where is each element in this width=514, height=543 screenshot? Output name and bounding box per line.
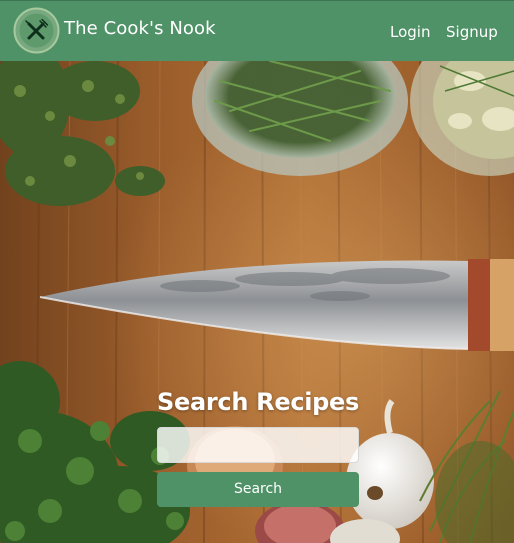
search-recipes-heading: Search Recipes <box>157 388 360 416</box>
fork-knife-icon[interactable] <box>13 7 60 54</box>
signup-link[interactable]: Signup <box>446 22 498 42</box>
login-link[interactable]: Login <box>390 22 430 42</box>
hero-background-image <box>0 61 514 543</box>
search-button[interactable]: Search <box>157 472 359 507</box>
recipe-search-input[interactable] <box>157 427 359 463</box>
brand-title[interactable]: The Cook's Nook <box>64 18 216 40</box>
top-navbar: The Cook's Nook Login Signup <box>0 0 514 61</box>
